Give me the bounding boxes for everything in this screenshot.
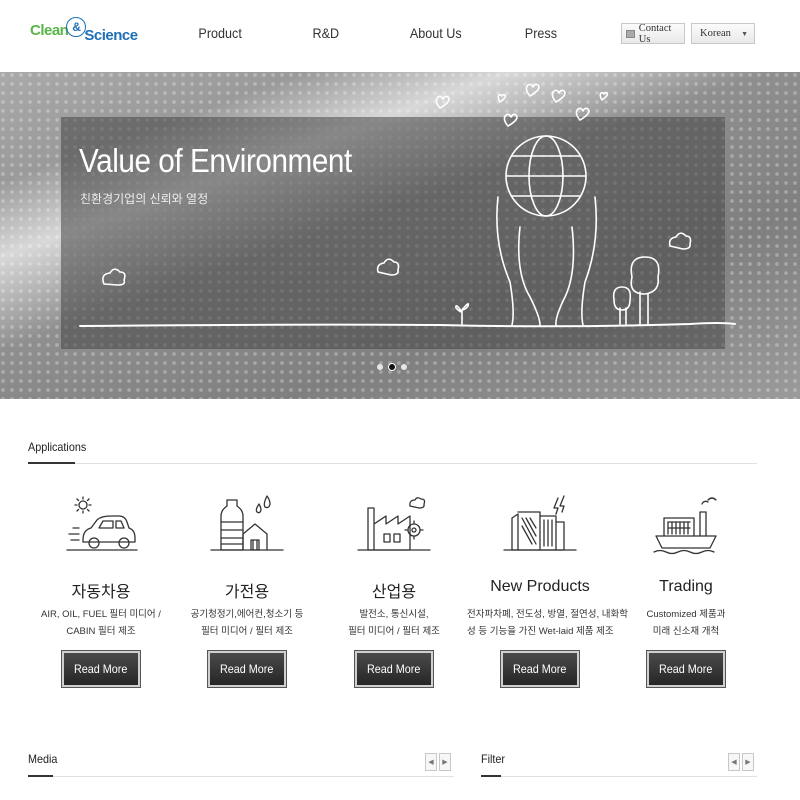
slider-dots [377, 363, 407, 371]
app-desc-line-2: 필터 미디어 / 필터 제조 [348, 626, 440, 637]
media-prev-button[interactable]: ◀ [425, 753, 437, 771]
hero-banner: Value of Environment 친환경기업의 신뢰와 열정 [0, 72, 800, 399]
chevron-right-icon: ▶ [442, 759, 448, 766]
filter-underline [481, 775, 501, 777]
app-title: 가전용 [224, 584, 270, 601]
site-header: Clean & Science Product R&D About Us Pre… [0, 0, 800, 72]
language-select[interactable]: Korean ▼ [691, 23, 755, 44]
media-pager: ◀ ▶ [425, 753, 451, 771]
read-more-button-automotive[interactable]: Read More [62, 651, 140, 687]
app-description: AIR, OIL, FUEL 필터 미디어 / CABIN 필터 제조 [28, 606, 174, 642]
filter-prev-button[interactable]: ◀ [728, 753, 740, 771]
hero-illustration [79, 83, 736, 328]
app-desc-line-1: Customized 제품과 [646, 609, 726, 620]
app-description: 공기청정기,에어컨,청소기 등 필터 미디어 / 필터 제조 [174, 606, 320, 642]
filter-divider [481, 776, 757, 777]
slider-dot-3[interactable] [401, 364, 407, 370]
app-desc-line-2: 미래 신소재 개척 [652, 626, 720, 637]
app-description: Customized 제품과 미래 신소재 개척 [613, 606, 759, 642]
mail-icon [626, 29, 635, 38]
hero-subtitle: 친환경기업의 신뢰와 열정 [80, 192, 209, 206]
read-more-label: Read More [659, 662, 713, 676]
chevron-left-icon: ◀ [731, 759, 737, 766]
contact-us-button[interactable]: Contact Us [621, 22, 685, 45]
app-card-industrial: 산업용 발전소, 통신시설, 필터 미디어 / 필터 제조 Read More [321, 490, 467, 687]
factory-icon [357, 497, 431, 551]
app-desc-line-1: 공기청정기,에어컨,청소기 등 [190, 609, 304, 620]
filter-next-button[interactable]: ▶ [742, 753, 754, 771]
read-more-button-appliance[interactable]: Read More [208, 651, 286, 687]
media-next-button[interactable]: ▶ [439, 753, 451, 771]
read-more-label: Read More [74, 662, 128, 676]
app-desc-line-2: CABIN 필터 제조 [66, 626, 136, 637]
chevron-left-icon: ◀ [428, 759, 434, 766]
app-title: 산업용 [371, 584, 417, 601]
app-card-new-products: New Products 전자파차폐, 전도성, 방열, 절연성, 내화학 성 … [467, 490, 628, 687]
app-desc-line-2: 필터 미디어 / 필터 제조 [201, 626, 293, 637]
filter-title: Filter [481, 752, 506, 766]
nav-rd[interactable]: R&D [312, 25, 339, 41]
app-description: 발전소, 통신시설, 필터 미디어 / 필터 제조 [321, 606, 467, 642]
app-desc-line-1: 발전소, 통신시설, [359, 609, 429, 620]
applications-underline [28, 462, 75, 464]
app-card-appliance: 가전용 공기청정기,에어컨,청소기 등 필터 미디어 / 필터 제조 Read … [174, 490, 320, 687]
chevron-down-icon: ▼ [741, 29, 748, 38]
nav-product[interactable]: Product [198, 25, 241, 41]
app-title: 자동차용 [71, 584, 131, 601]
app-card-trading: Trading Customized 제품과 미래 신소재 개척 Read Mo… [613, 490, 759, 687]
applications-title: Applications [28, 440, 87, 454]
appliance-icon [210, 495, 284, 551]
filter-pager: ◀ ▶ [728, 753, 754, 771]
nav-about-us[interactable]: About Us [410, 25, 462, 41]
slider-dot-2[interactable] [388, 363, 396, 371]
read-more-button-industrial[interactable]: Read More [355, 651, 433, 687]
app-desc-line-1: AIR, OIL, FUEL 필터 미디어 / [41, 609, 161, 620]
applications-divider [28, 463, 757, 464]
language-value: Korean [700, 28, 731, 39]
contact-us-label: Contact Us [638, 22, 672, 45]
media-underline [28, 775, 53, 777]
app-description: 전자파차폐, 전도성, 방열, 절연성, 내화학 성 등 기능을 가진 Wet-… [467, 606, 628, 642]
media-divider [28, 776, 454, 777]
chevron-right-icon: ▶ [745, 759, 751, 766]
read-more-label: Read More [367, 662, 421, 676]
app-desc-line-2: 성 등 기능을 가진 Wet-laid 제품 제조 [467, 626, 614, 637]
read-more-button-trading[interactable]: Read More [647, 651, 725, 687]
read-more-label: Read More [513, 662, 567, 676]
app-card-automotive: 자동차용 AIR, OIL, FUEL 필터 미디어 / CABIN 필터 제조… [28, 490, 174, 687]
app-title: Trading [659, 578, 713, 595]
car-icon [66, 496, 138, 551]
new-products-icon [503, 495, 577, 551]
nav-press[interactable]: Press [525, 25, 557, 41]
read-more-button-new-products[interactable]: Read More [501, 651, 579, 687]
ship-icon [653, 497, 717, 555]
media-title: Media [28, 752, 58, 766]
read-more-label: Read More [220, 662, 274, 676]
slider-dot-1[interactable] [377, 364, 383, 370]
hero-title: Value of Environment [79, 142, 352, 179]
app-desc-line-1: 전자파차폐, 전도성, 방열, 절연성, 내화학 [467, 609, 628, 620]
app-title: New Products [490, 578, 590, 595]
